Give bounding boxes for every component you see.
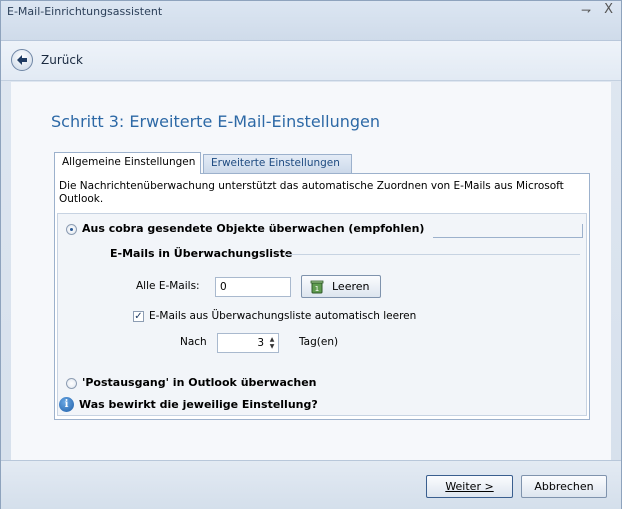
radio-outbox[interactable]	[66, 378, 77, 389]
auto-clear-checkbox[interactable]: ✓	[133, 311, 144, 322]
back-button[interactable]	[11, 49, 33, 71]
radio-sent-items-label[interactable]: Aus cobra gesendete Objekte überwachen (…	[82, 222, 424, 235]
title-bar: E-Mail-Einrichtungsassistent ⇁ X	[1, 1, 621, 41]
days-unit-label: Tag(en)	[299, 336, 339, 348]
wizard-window: E-Mail-Einrichtungsassistent ⇁ X Zurück …	[0, 0, 622, 509]
help-link[interactable]: Was bewirkt die jeweilige Einstellung?	[79, 398, 318, 411]
watchlist-group-title: E-Mails in Überwachungsliste	[110, 247, 293, 260]
cancel-button[interactable]: Abbrechen	[521, 475, 607, 498]
trash-icon: 1	[310, 280, 324, 294]
wizard-content: Schritt 3: Erweiterte E-Mail-Einstellung…	[11, 82, 611, 461]
tab-advanced-settings[interactable]: Erweiterte Einstellungen	[203, 154, 352, 173]
radio-outbox-label[interactable]: 'Postausgang' in Outlook überwachen	[82, 376, 317, 389]
back-arrow-icon	[17, 55, 27, 65]
clear-button-label: Leeren	[332, 280, 370, 293]
description-text: Die Nachrichtenüberwachung unterstützt d…	[59, 180, 564, 205]
all-emails-label: Alle E-Mails:	[136, 280, 200, 292]
all-emails-count-field: 0	[215, 277, 291, 297]
all-emails-count-value: 0	[220, 281, 227, 293]
spin-buttons[interactable]: ▲ ▼	[268, 336, 276, 350]
navigation-bar: Zurück	[1, 41, 621, 81]
back-label[interactable]: Zurück	[41, 53, 83, 67]
radio-sent-items[interactable]	[66, 224, 77, 235]
clear-button[interactable]: 1 Leeren	[301, 275, 381, 298]
wizard-footer: Weiter > Abbrechen	[1, 461, 621, 509]
days-value: 3	[257, 337, 264, 349]
step-title: Schritt 3: Erweiterte E-Mail-Einstellung…	[51, 112, 380, 131]
days-stepper[interactable]: 3 ▲ ▼	[217, 333, 279, 353]
tab-panel-general: Die Nachrichtenüberwachung unterstützt d…	[54, 173, 590, 420]
window-title: E-Mail-Einrichtungsassistent	[7, 5, 163, 18]
svg-text:1: 1	[315, 285, 319, 293]
tab-general-settings[interactable]: Allgemeine Einstellungen	[54, 152, 201, 174]
auto-clear-label[interactable]: E-Mails aus Überwachungsliste automatisc…	[149, 310, 416, 322]
info-icon: i	[59, 397, 74, 412]
cancel-button-label: Abbrechen	[534, 480, 594, 493]
options-group: Aus cobra gesendete Objekte überwachen (…	[57, 213, 587, 416]
next-button[interactable]: Weiter >	[426, 475, 513, 498]
group-divider	[286, 254, 580, 255]
after-label: Nach	[180, 336, 207, 348]
pin-icon[interactable]: ⇁	[581, 3, 591, 17]
close-icon[interactable]: X	[604, 2, 613, 17]
next-button-label: Weiter >	[445, 480, 494, 493]
separator-line	[433, 224, 583, 238]
